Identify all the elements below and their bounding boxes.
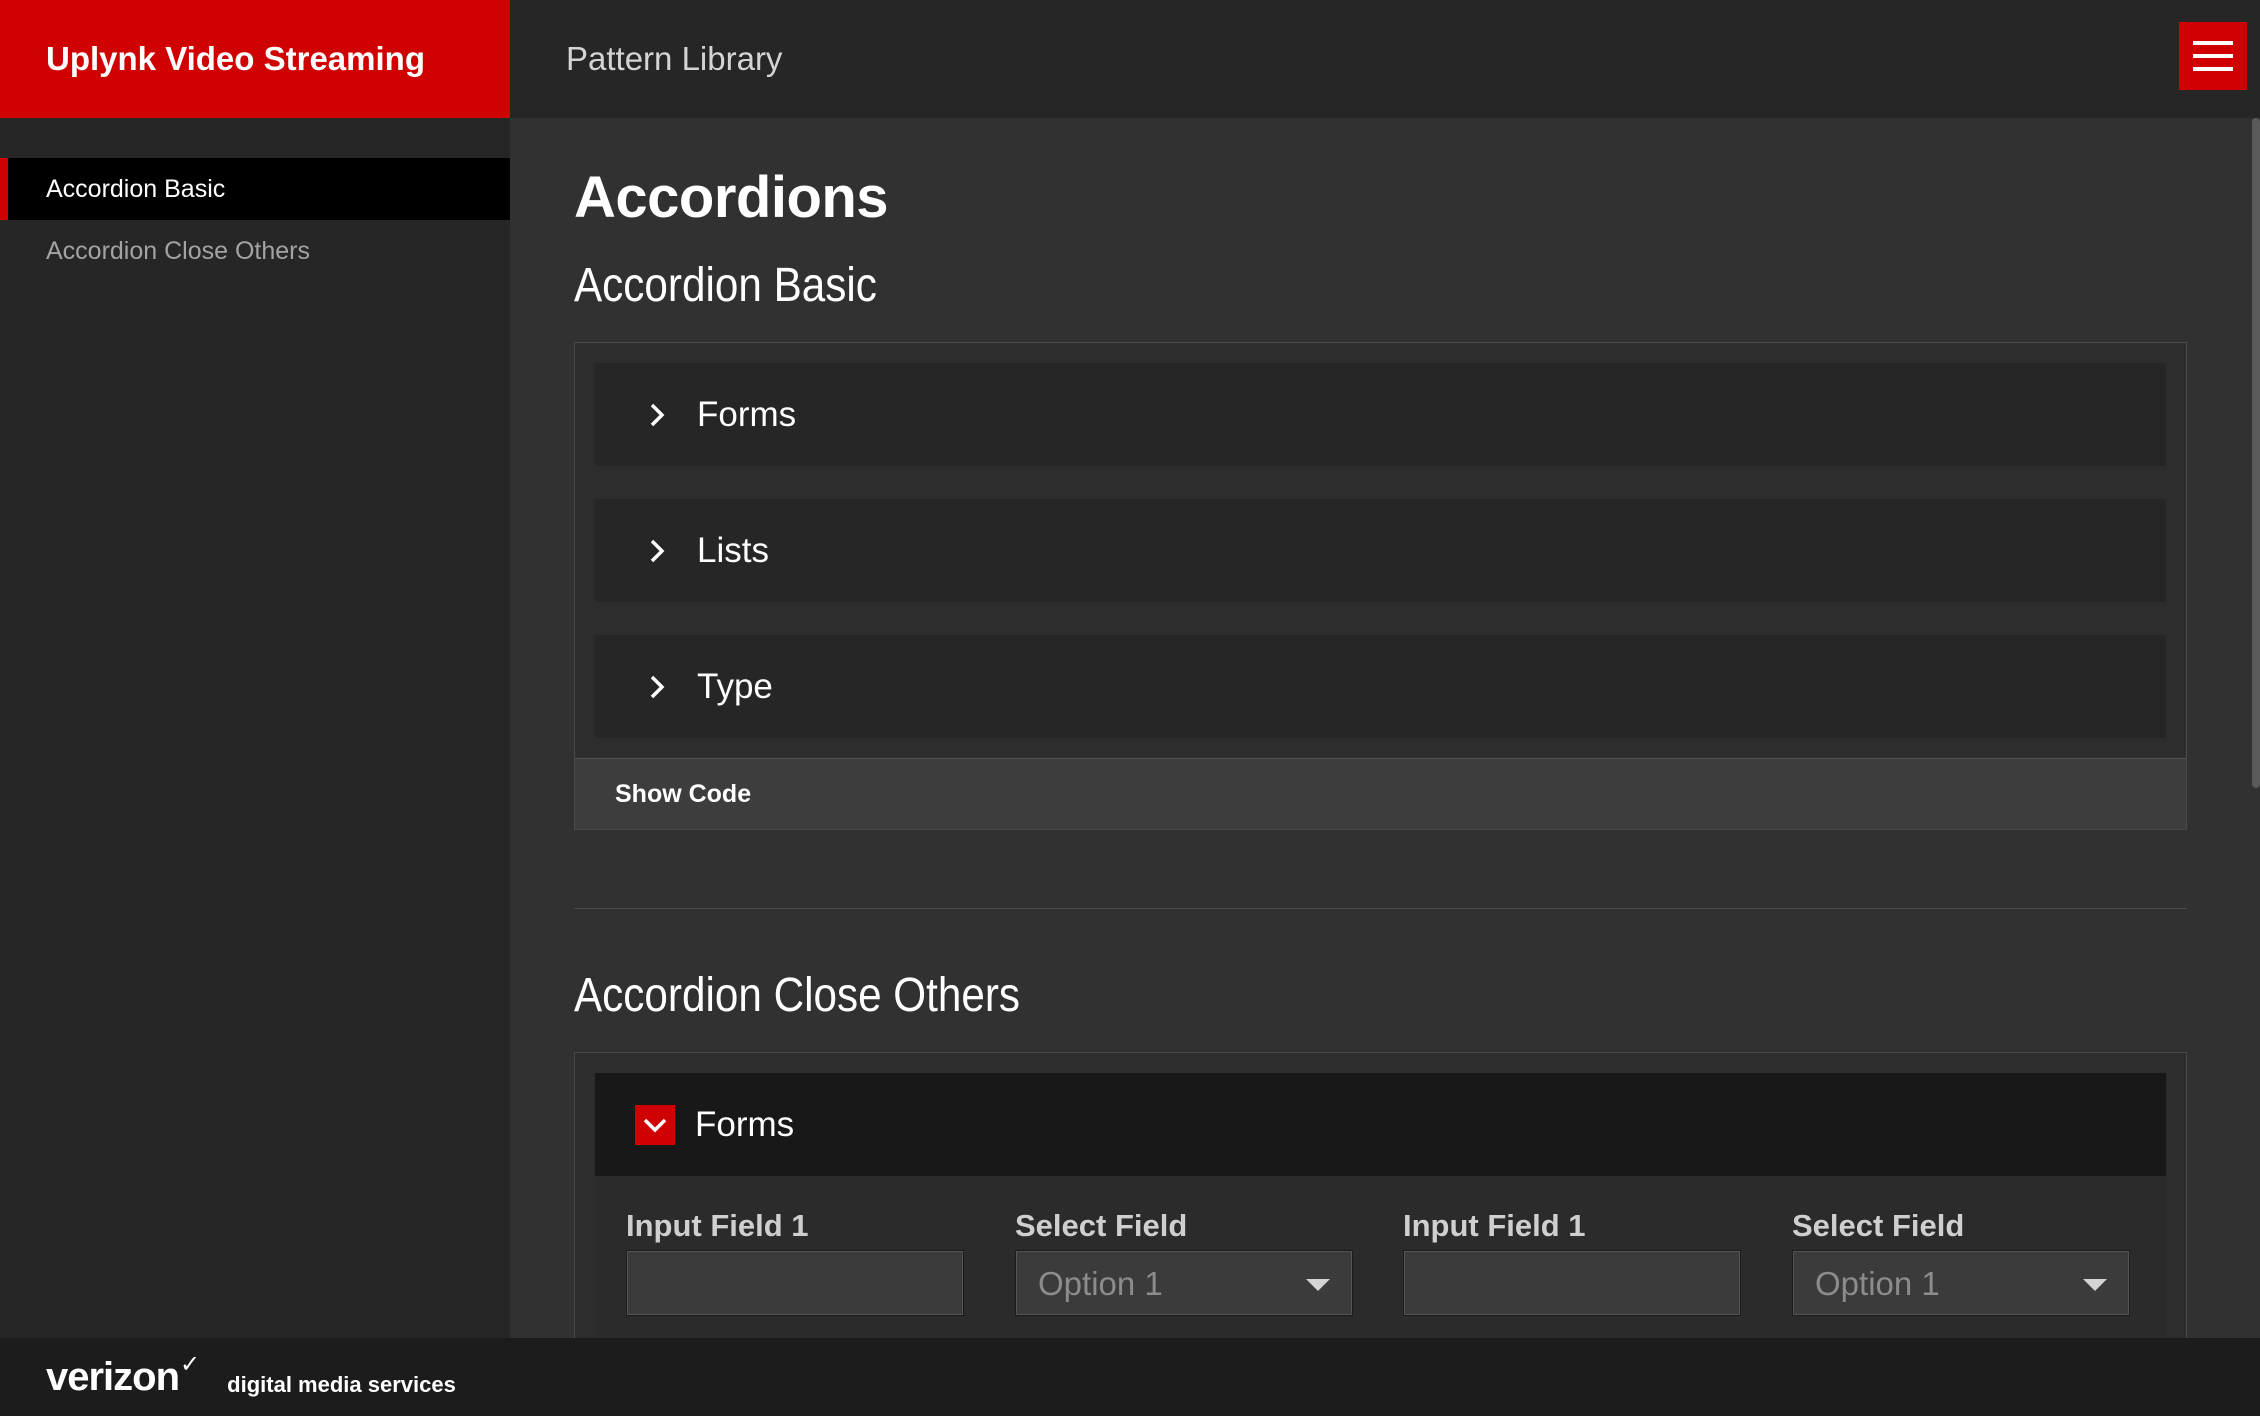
verizon-logo: verizon✓	[46, 1350, 200, 1399]
select-field[interactable]: Option 1	[1015, 1250, 1353, 1316]
chevron-right-icon	[637, 395, 677, 435]
select-field[interactable]: Option 1	[1792, 1250, 2130, 1316]
show-code-button[interactable]: Show Code	[575, 758, 2186, 829]
sidebar-item-accordion-close-others[interactable]: Accordion Close Others	[0, 220, 510, 282]
chevron-right-icon	[637, 531, 677, 571]
input-field-1[interactable]	[1403, 1250, 1741, 1316]
accordion-header-forms[interactable]: Forms	[595, 363, 2166, 466]
select-value: Option 1	[1815, 1265, 1940, 1302]
field-label: Select Field	[1015, 1208, 1188, 1243]
form-field: Input Field 1	[626, 1208, 966, 1316]
accordion-header-lists[interactable]: Lists	[595, 499, 2166, 602]
sidebar-item-accordion-basic[interactable]: Accordion Basic	[0, 158, 510, 220]
page-section-title: Pattern Library	[566, 40, 783, 77]
accordion-close-others-demo: Forms Input Field 1 Select Field Option …	[574, 1052, 2187, 1338]
scrollbar[interactable]	[2252, 118, 2260, 788]
select-value: Option 1	[1038, 1265, 1163, 1302]
menu-button[interactable]	[2179, 22, 2247, 90]
field-label: Input Field 1	[1403, 1208, 1586, 1243]
footer: verizon✓ digital media services	[0, 1338, 2260, 1416]
chevron-down-icon	[635, 1104, 675, 1145]
check-mark-icon: ✓	[180, 1350, 200, 1378]
caret-down-icon	[1306, 1279, 1330, 1291]
sidebar: Accordion Basic Accordion Close Others	[0, 118, 510, 1338]
accordion-body-forms: Input Field 1 Select Field Option 1 Inpu…	[595, 1176, 2166, 1338]
accordion-label: Lists	[697, 530, 769, 570]
accordion-label: Type	[697, 666, 773, 706]
accordion-header-forms-open[interactable]: Forms	[595, 1073, 2166, 1176]
field-label: Input Field 1	[626, 1208, 809, 1243]
chevron-right-icon	[637, 667, 677, 707]
main-content: Accordions Accordion Basic Forms Lists T…	[510, 118, 2260, 1338]
form-field: Select Field Option 1	[1792, 1208, 2132, 1316]
footer-tagline: digital media services	[227, 1372, 456, 1397]
accordion-header-type[interactable]: Type	[595, 635, 2166, 738]
brand-header: Uplynk Video Streaming	[0, 0, 510, 118]
accordion-basic-demo: Forms Lists Type Show Code	[574, 342, 2187, 830]
hamburger-icon	[2193, 41, 2233, 45]
page-title: Accordions	[574, 165, 889, 230]
section-divider	[574, 908, 2187, 909]
form-field: Input Field 1	[1403, 1208, 1743, 1316]
accordion-label: Forms	[697, 394, 797, 434]
section-title-accordion-basic: Accordion Basic	[574, 259, 877, 312]
app-title: Uplynk Video Streaming	[46, 40, 425, 77]
input-field-1[interactable]	[626, 1250, 964, 1316]
caret-down-icon	[2083, 1279, 2107, 1291]
field-label: Select Field	[1792, 1208, 1965, 1243]
top-bar: Pattern Library	[510, 0, 2260, 118]
accordion-label: Forms	[695, 1104, 795, 1144]
form-field: Select Field Option 1	[1015, 1208, 1355, 1316]
section-title-accordion-close-others: Accordion Close Others	[574, 969, 1021, 1022]
